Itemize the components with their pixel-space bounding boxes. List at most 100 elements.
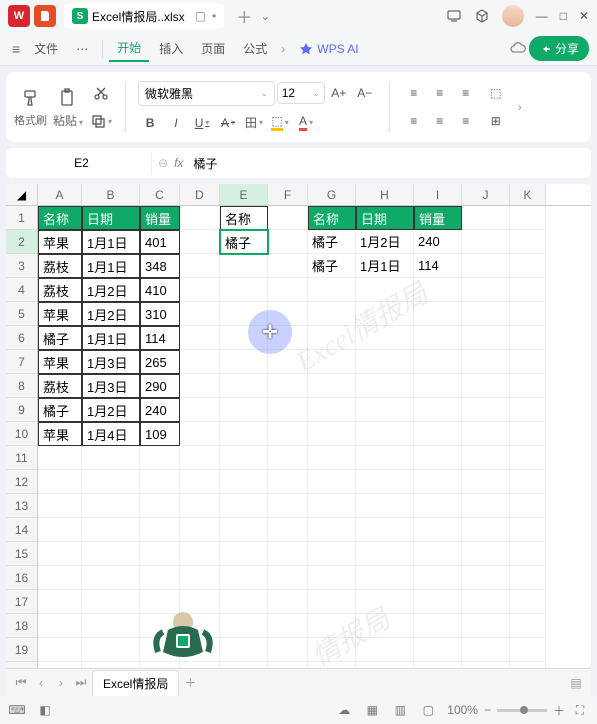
zoom-control[interactable]: 100% − ＋ ⛶ <box>447 701 589 719</box>
cell[interactable]: 1月1日 <box>356 254 414 278</box>
cell[interactable] <box>268 422 308 446</box>
cell[interactable]: 114 <box>140 326 180 350</box>
cell[interactable] <box>356 614 414 638</box>
increase-font-button[interactable]: A+ <box>327 82 351 104</box>
menu-tab-home[interactable]: 开始 <box>109 35 149 62</box>
cell[interactable] <box>308 398 356 422</box>
strikethrough-button[interactable]: A▾ <box>216 112 240 134</box>
cell[interactable] <box>414 494 462 518</box>
cell[interactable] <box>220 446 268 470</box>
cell[interactable] <box>140 518 180 542</box>
cell[interactable] <box>462 422 510 446</box>
row-header-7[interactable]: 7 <box>6 350 38 374</box>
cube-icon[interactable] <box>474 8 490 24</box>
select-all-corner[interactable]: ◢ <box>6 184 38 205</box>
cell[interactable]: 240 <box>140 398 180 422</box>
cell[interactable] <box>462 230 510 254</box>
cloud-icon[interactable] <box>509 40 527 58</box>
cell[interactable] <box>220 278 268 302</box>
row-header-20[interactable]: 20 <box>6 662 38 668</box>
cell[interactable]: 橘子 <box>308 254 356 278</box>
cell[interactable] <box>308 494 356 518</box>
tab-menu-icon[interactable]: ▢ <box>195 9 206 23</box>
cell[interactable] <box>82 590 140 614</box>
cloud-status-icon[interactable]: ☁ <box>335 701 353 719</box>
sheet-nav-first[interactable]: ⏮ <box>12 674 30 692</box>
cell[interactable]: 日期 <box>82 206 140 230</box>
cell[interactable] <box>510 350 546 374</box>
cell[interactable] <box>180 206 220 230</box>
wps-app-icon[interactable]: W <box>8 5 30 27</box>
row-header-17[interactable]: 17 <box>6 590 38 614</box>
align-center-button[interactable]: ≡ <box>428 110 452 132</box>
cell[interactable] <box>510 518 546 542</box>
cell[interactable] <box>38 542 82 566</box>
cell[interactable] <box>268 638 308 662</box>
view-reading-icon[interactable]: ▢ <box>419 701 437 719</box>
cell[interactable]: 苹果 <box>38 230 82 254</box>
cell[interactable] <box>462 302 510 326</box>
cell[interactable]: 109 <box>140 422 180 446</box>
wrap-text-button[interactable]: ⬚ <box>484 82 508 104</box>
cell[interactable]: 橘子 <box>38 326 82 350</box>
row-header-6[interactable]: 6 <box>6 326 38 350</box>
cell[interactable] <box>510 494 546 518</box>
cell[interactable] <box>220 542 268 566</box>
menu-file[interactable]: 文件 <box>26 36 66 61</box>
cell[interactable]: 1月1日 <box>82 326 140 350</box>
wps-ai-button[interactable]: WPS AI <box>299 42 358 56</box>
cell[interactable] <box>356 494 414 518</box>
font-color-button[interactable]: A▾ <box>294 112 318 134</box>
col-header-H[interactable]: H <box>356 184 414 205</box>
bold-button[interactable]: B <box>138 112 162 134</box>
cell[interactable]: 1月1日 <box>82 230 140 254</box>
cell[interactable] <box>510 662 546 668</box>
cell[interactable] <box>308 662 356 668</box>
cell[interactable] <box>308 326 356 350</box>
cell[interactable] <box>414 302 462 326</box>
align-right-button[interactable]: ≡ <box>454 110 478 132</box>
cell[interactable] <box>38 614 82 638</box>
font-name-select[interactable]: 微软雅黑⌄ <box>138 81 275 106</box>
cell[interactable] <box>462 278 510 302</box>
cell[interactable] <box>82 446 140 470</box>
cell[interactable] <box>220 422 268 446</box>
cell[interactable] <box>268 518 308 542</box>
cell[interactable]: 265 <box>140 350 180 374</box>
fx-label[interactable]: fx <box>174 156 183 170</box>
cell[interactable] <box>180 446 220 470</box>
cell[interactable] <box>180 518 220 542</box>
cell[interactable] <box>82 542 140 566</box>
cell[interactable] <box>82 662 140 668</box>
cell[interactable] <box>308 278 356 302</box>
cell[interactable] <box>356 566 414 590</box>
cell[interactable] <box>510 398 546 422</box>
view-page-icon[interactable]: ▥ <box>391 701 409 719</box>
cells-area[interactable]: Excel情报局 情报局 名称日期销量名称名称日期销量苹果1月1日401橘子▾橘… <box>38 206 591 668</box>
cell[interactable] <box>462 614 510 638</box>
cell[interactable]: 114 <box>414 254 462 278</box>
cell[interactable] <box>462 566 510 590</box>
cell[interactable]: 苹果 <box>38 350 82 374</box>
paste-group[interactable]: 粘贴▾ <box>53 86 83 129</box>
cell[interactable] <box>82 518 140 542</box>
view-normal-icon[interactable]: ▦ <box>363 701 381 719</box>
cell[interactable] <box>308 446 356 470</box>
cell[interactable] <box>510 470 546 494</box>
cell[interactable] <box>180 566 220 590</box>
cell[interactable] <box>356 326 414 350</box>
cell[interactable] <box>38 590 82 614</box>
cell[interactable] <box>308 302 356 326</box>
zoom-in-button[interactable]: ＋ <box>553 702 565 719</box>
cell[interactable]: 290 <box>140 374 180 398</box>
cell[interactable] <box>220 638 268 662</box>
cell[interactable] <box>82 638 140 662</box>
cell[interactable] <box>462 518 510 542</box>
cell[interactable]: 荔枝 <box>38 254 82 278</box>
cell[interactable] <box>462 446 510 470</box>
cell[interactable] <box>180 398 220 422</box>
cell[interactable] <box>38 638 82 662</box>
font-size-select[interactable]: 12⌄ <box>277 82 325 104</box>
cell[interactable] <box>414 446 462 470</box>
row-header-4[interactable]: 4 <box>6 278 38 302</box>
